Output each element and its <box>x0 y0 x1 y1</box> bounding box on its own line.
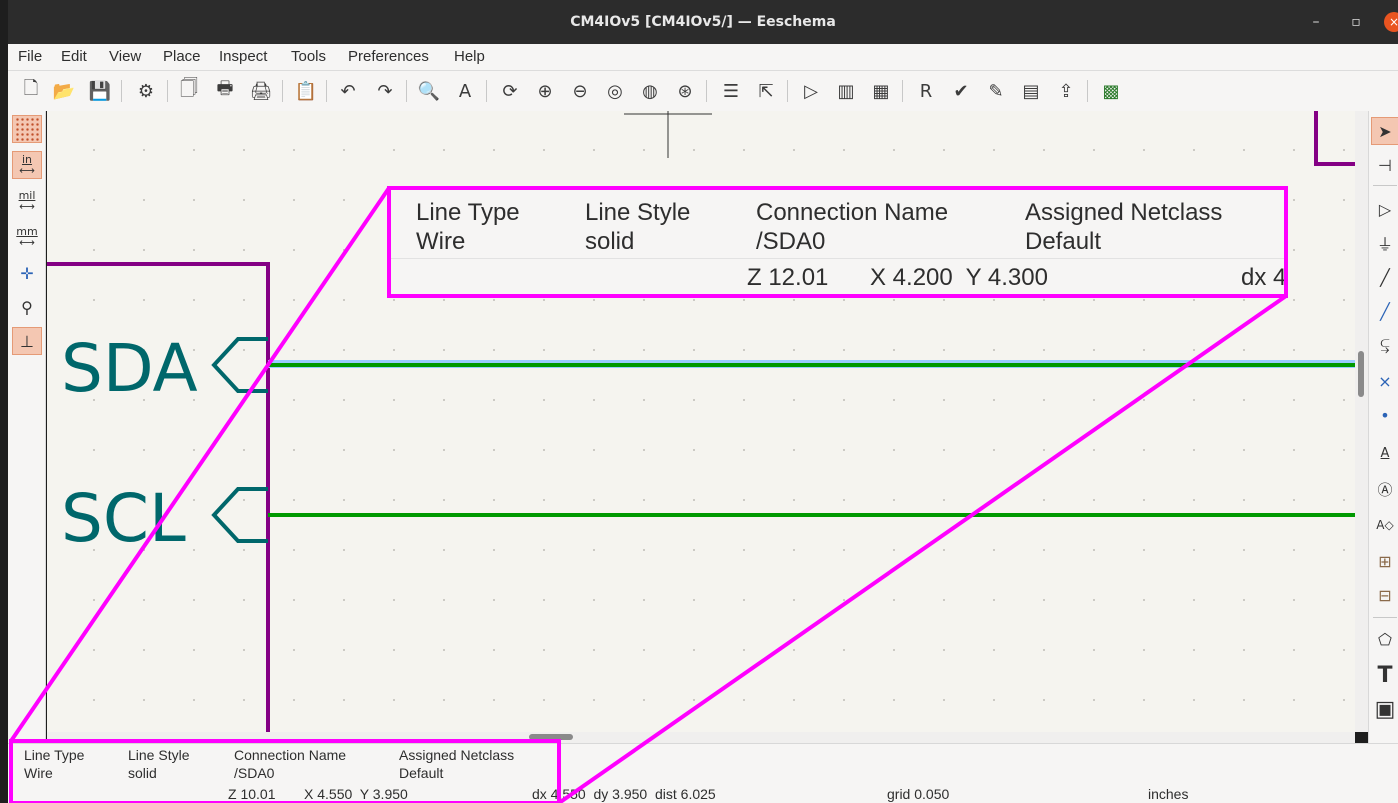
callout-connector-left <box>9 186 391 743</box>
highlight-overlay <box>9 186 1288 803</box>
callout-border <box>387 186 1288 298</box>
callout-connector-right <box>557 294 1288 803</box>
source-highlight-box <box>9 739 561 803</box>
